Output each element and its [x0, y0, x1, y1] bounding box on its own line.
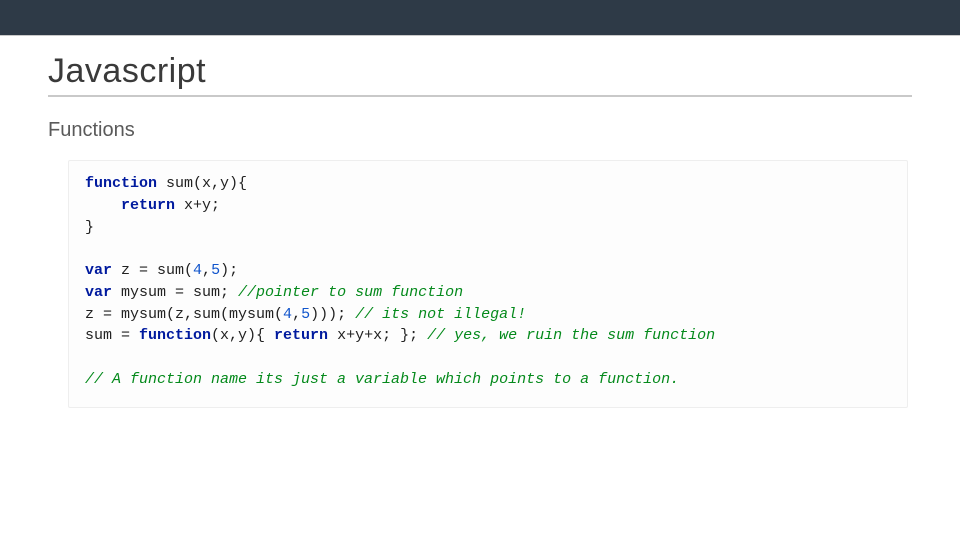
num-5b: 5 [301, 306, 310, 323]
kw-return-2: return [274, 327, 328, 344]
kw-var: var [85, 262, 112, 279]
comment-illegal: // its not illegal! [355, 306, 526, 323]
kw-function-2: function [139, 327, 211, 344]
comment-pointer: //pointer to sum function [238, 284, 463, 301]
num-5a: 5 [211, 262, 220, 279]
kw-var-2: var [85, 284, 112, 301]
num-4b: 4 [283, 306, 292, 323]
sum-reassign-b: (x,y){ [211, 327, 274, 344]
slide-header-bar [0, 0, 960, 36]
num-4a: 4 [193, 262, 202, 279]
sum-reassign-c: x+y+x; }; [328, 327, 427, 344]
fn-def-close: } [85, 219, 94, 236]
comment-final: // A function name its just a variable w… [85, 371, 679, 388]
z-decl-suffix: ); [220, 262, 238, 279]
kw-function: function [85, 175, 157, 192]
comma-a: , [202, 262, 211, 279]
sum-reassign-a: sum = [85, 327, 139, 344]
comma-b: , [292, 306, 301, 323]
code-block: function sum(x,y){ return x+y; } var z =… [68, 160, 908, 408]
slide-content: Javascript Functions function sum(x,y){ … [0, 36, 960, 408]
indent [85, 197, 121, 214]
fn-def-ret-expr: x+y; [175, 197, 220, 214]
zcall-b: ))); [310, 306, 355, 323]
fn-def-sig: sum(x,y){ [157, 175, 247, 192]
zcall-a: z = mysum(z,sum(mysum( [85, 306, 283, 323]
comment-ruin: // yes, we ruin the sum function [427, 327, 715, 344]
kw-return: return [121, 197, 175, 214]
mysum-decl: mysum = sum; [112, 284, 238, 301]
section-subtitle: Functions [48, 119, 912, 142]
page-title: Javascript [48, 52, 912, 97]
z-decl-prefix: z = sum( [112, 262, 193, 279]
